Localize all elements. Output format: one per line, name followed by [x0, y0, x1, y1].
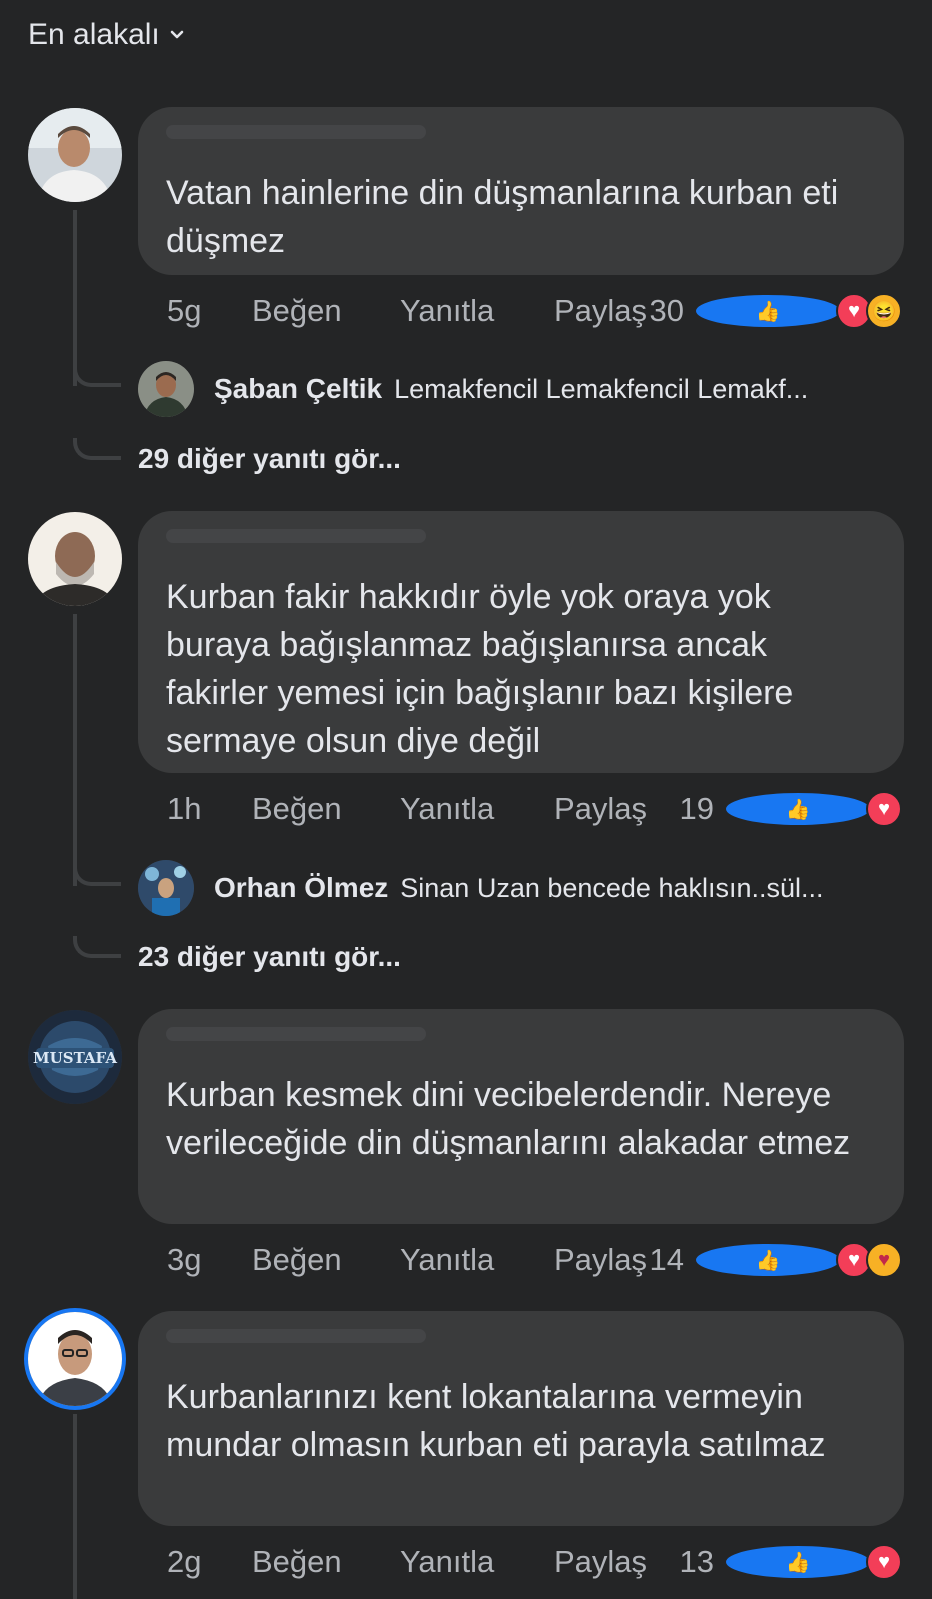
- reaction-count: 14: [649, 1242, 684, 1277]
- comment-bubble[interactable]: Kurbanlarınızı kent lokantalarına vermey…: [138, 1311, 904, 1526]
- like-button[interactable]: Beğen: [252, 791, 400, 827]
- timestamp[interactable]: 1h: [167, 791, 252, 827]
- reaction-count: 19: [679, 791, 714, 826]
- share-button[interactable]: Paylaş: [554, 293, 647, 329]
- comment-actions: 5g Beğen Yanıtla Paylaş 30 👍 ♥ 😆: [167, 291, 902, 331]
- share-button[interactable]: Paylaş: [554, 1242, 647, 1278]
- reaction-count: 13: [679, 1544, 714, 1579]
- like-icon: 👍: [694, 293, 842, 329]
- comment-actions: 1h Beğen Yanıtla Paylaş 19 👍 ♥: [167, 789, 902, 829]
- avatar[interactable]: [138, 361, 194, 417]
- author-name-redacted: [166, 125, 426, 139]
- timestamp[interactable]: 2g: [167, 1544, 252, 1580]
- reaction-summary[interactable]: 19 👍 ♥: [680, 791, 902, 827]
- like-icon: 👍: [724, 1544, 872, 1580]
- like-icon: 👍: [694, 1242, 842, 1278]
- share-button[interactable]: Paylaş: [554, 1544, 647, 1580]
- avatar[interactable]: [28, 1312, 122, 1406]
- comment-text: Kurbanlarınızı kent lokantalarına vermey…: [166, 1378, 826, 1464]
- reply-button[interactable]: Yanıtla: [400, 791, 554, 827]
- reply-preview[interactable]: Şaban Çeltik Lemakfencil Lemakfencil Lem…: [138, 360, 808, 418]
- love-icon: ♥: [866, 1544, 902, 1580]
- love-icon: ♥: [866, 791, 902, 827]
- thread-elbow: [73, 864, 121, 886]
- comment-bubble[interactable]: Kurban fakir hakkıdır öyle yok oraya yok…: [138, 511, 904, 773]
- timestamp[interactable]: 3g: [167, 1242, 252, 1278]
- timestamp[interactable]: 5g: [167, 293, 252, 329]
- avatar[interactable]: [28, 108, 122, 202]
- avatar-monogram: MUSTAFA: [33, 1049, 117, 1067]
- care-icon: ♥: [866, 1242, 902, 1278]
- reply-text: Lemakfencil Lemakfencil Lemakf...: [394, 373, 809, 404]
- reply-author[interactable]: Orhan Ölmez: [214, 872, 388, 904]
- thread-line: [73, 614, 77, 886]
- reaction-count: 30: [649, 293, 684, 328]
- reply-button[interactable]: Yanıtla: [400, 293, 554, 329]
- reply-button[interactable]: Yanıtla: [400, 1242, 554, 1278]
- comment-text: Vatan hainlerine din düşmanlarına kurban…: [166, 174, 839, 260]
- reply-author[interactable]: Şaban Çeltik: [214, 373, 382, 405]
- avatar[interactable]: [138, 860, 194, 916]
- reaction-summary[interactable]: 30 👍 ♥ 😆: [650, 293, 902, 329]
- sort-label: En alakalı: [28, 18, 160, 51]
- view-more-replies[interactable]: 23 diğer yanıtı gör...: [138, 941, 401, 973]
- thread-line: [73, 210, 77, 386]
- comment-text: Kurban kesmek dini vecibelerdendir. Nere…: [166, 1076, 851, 1162]
- thread-elbow: [73, 365, 121, 387]
- reply-preview[interactable]: Orhan Ölmez Sinan Uzan bencede haklısın.…: [138, 859, 824, 917]
- reaction-summary[interactable]: 13 👍 ♥: [680, 1544, 902, 1580]
- comment-bubble[interactable]: Vatan hainlerine din düşmanlarına kurban…: [138, 107, 904, 275]
- share-button[interactable]: Paylaş: [554, 791, 647, 827]
- comment-bubble[interactable]: Kurban kesmek dini vecibelerdendir. Nere…: [138, 1009, 904, 1224]
- like-icon: 👍: [724, 791, 872, 827]
- author-name-redacted: [166, 1027, 426, 1041]
- author-name-redacted: [166, 1329, 426, 1343]
- comment-text: Kurban fakir hakkıdır öyle yok oraya yok…: [166, 578, 794, 760]
- chevron-down-icon: [170, 30, 184, 39]
- reply-button[interactable]: Yanıtla: [400, 1544, 554, 1580]
- avatar[interactable]: MUSTAFA: [28, 1010, 122, 1104]
- thread-elbow: [73, 438, 121, 460]
- haha-icon: 😆: [866, 293, 902, 329]
- view-more-replies[interactable]: 29 diğer yanıtı gör...: [138, 443, 401, 475]
- like-button[interactable]: Beğen: [252, 1544, 400, 1580]
- like-button[interactable]: Beğen: [252, 293, 400, 329]
- sort-dropdown[interactable]: En alakalı: [28, 18, 184, 52]
- comment-actions: 2g Beğen Yanıtla Paylaş 13 👍 ♥: [167, 1542, 902, 1582]
- avatar[interactable]: [28, 512, 122, 606]
- comment-actions: 3g Beğen Yanıtla Paylaş 14 👍 ♥ ♥: [167, 1240, 902, 1280]
- reaction-summary[interactable]: 14 👍 ♥ ♥: [650, 1242, 902, 1278]
- thread-elbow: [73, 936, 121, 958]
- like-button[interactable]: Beğen: [252, 1242, 400, 1278]
- author-name-redacted: [166, 529, 426, 543]
- thread-line: [73, 1414, 77, 1599]
- reply-text: Sinan Uzan bencede haklısın..sül...: [400, 872, 824, 903]
